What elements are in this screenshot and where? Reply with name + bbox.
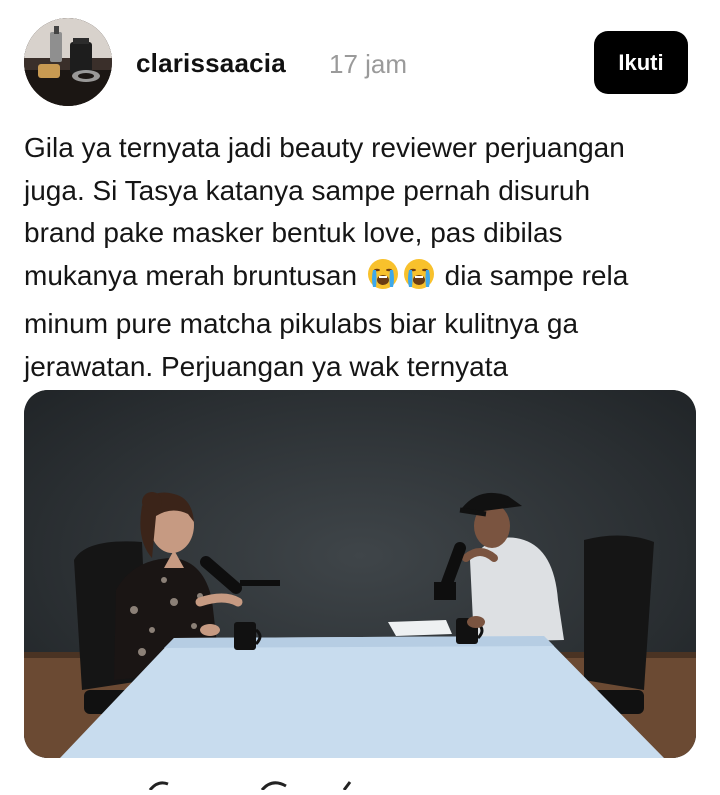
post-actions xyxy=(0,776,720,792)
caption-line: Gila ya ternyata jadi beauty reviewer pe… xyxy=(24,132,625,163)
post-caption: Gila ya ternyata jadi beauty reviewer pe… xyxy=(24,127,694,388)
threads-post: clarissaacia 17 jam Ikuti Gila ya ternya… xyxy=(0,0,720,792)
caption-line: brand pake masker bentuk love, pas dibil… xyxy=(24,217,563,248)
caption-line: dia sampe rela xyxy=(436,259,629,291)
loudly-crying-face-icon xyxy=(402,257,436,304)
avatar[interactable] xyxy=(24,18,112,106)
caption-line: jerawatan. Perjuangan ya wak ternyata xyxy=(24,350,509,382)
caption-line: minum pure matcha pikulabs biar kulitnya… xyxy=(24,308,579,339)
post-timestamp: 17 jam xyxy=(329,49,408,79)
caption-line: mukanya merah bruntusan xyxy=(24,259,365,291)
caption-line: juga. Si Tasya katanya sampe pernah disu… xyxy=(24,174,591,206)
repost-icon xyxy=(342,781,352,791)
comment-icon xyxy=(260,781,287,792)
loudly-crying-face-icon xyxy=(366,257,400,304)
post-image[interactable] xyxy=(24,390,696,758)
heart-icon xyxy=(148,781,169,791)
follow-button[interactable]: Ikuti xyxy=(594,31,688,94)
username[interactable]: clarissaacia xyxy=(136,48,286,79)
post-header: clarissaacia 17 jam Ikuti xyxy=(24,18,688,108)
